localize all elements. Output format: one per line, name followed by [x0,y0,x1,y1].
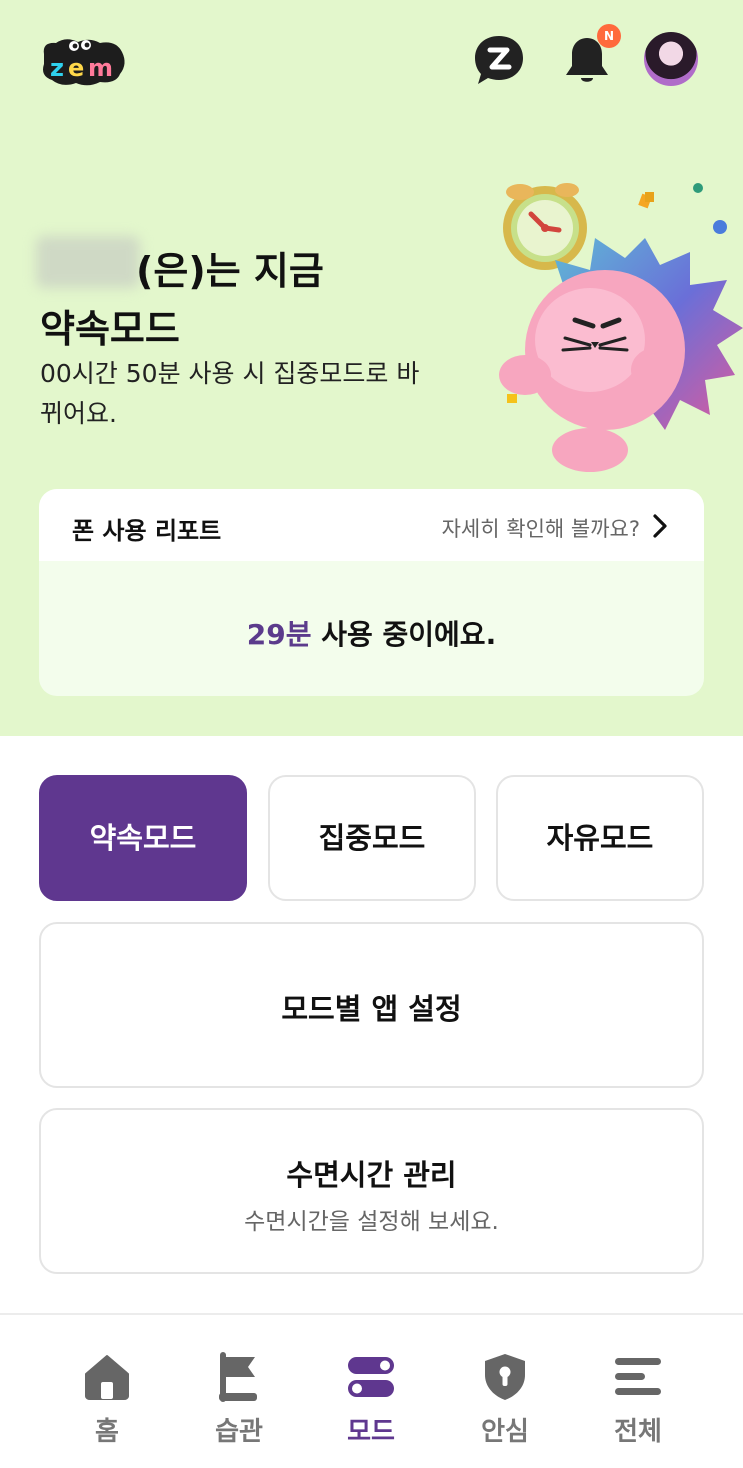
shield-icon [485,1354,525,1400]
app-settings-by-mode-card[interactable]: 모드별 앱 설정 [39,922,704,1088]
nav-item-safety[interactable]: 안심 [450,1351,560,1448]
usage-suffix: 사용 중이에요. [311,618,497,651]
svg-text:e: e [68,54,84,82]
report-title: 폰 사용 리포트 [72,517,222,545]
toggle-icon [348,1357,394,1397]
zem-logo[interactable]: z e m [38,34,128,88]
phone-usage-report-card[interactable]: 폰 사용 리포트 자세히 확인해 볼까요? 29분 사용 중이에요. [39,489,704,696]
flag-icon [219,1352,257,1402]
svg-text:m: m [88,54,113,82]
mode-button-promise[interactable]: 약속모드 [39,775,247,901]
nav-label-home: 홈 [95,1417,119,1447]
hero-status-line: (은)는 지금 [136,249,324,293]
profile-avatar[interactable] [644,32,698,86]
nav-label-mode: 모드 [347,1417,395,1447]
nav-item-all[interactable]: 전체 [583,1351,693,1448]
notification-badge: N [597,24,621,48]
app-settings-title: 모드별 앱 설정 [281,992,462,1026]
usage-minutes: 29분 [246,618,312,651]
home-icon [85,1355,129,1400]
nav-label-habit: 습관 [215,1417,263,1447]
current-mode-title: 약속모드 [40,307,180,351]
hero-section: z e m N (은)는 지금 약속모드 00시간 50분 사용 시 집중모드로… [0,0,743,736]
svg-text:z: z [50,54,64,82]
sleep-subtitle: 수면시간을 설정해 보세요. [244,1209,499,1235]
chevron-right-icon[interactable] [650,513,670,539]
report-card-header: 폰 사용 리포트 자세히 확인해 볼까요? [39,489,704,561]
nav-item-home[interactable]: 홈 [52,1351,162,1448]
mascot-illustration [499,183,743,472]
blurred-child-name [36,236,140,288]
nav-label-all: 전체 [614,1417,662,1447]
report-detail-link[interactable]: 자세히 확인해 볼까요? [442,513,640,543]
sleep-title: 수면시간 관리 [286,1158,457,1192]
mode-button-focus[interactable]: 집중모드 [268,775,476,901]
sleep-time-card[interactable]: 수면시간 관리 수면시간을 설정해 보세요. [39,1108,704,1274]
nav-item-mode[interactable]: 모드 [316,1351,426,1448]
usage-summary: 29분 사용 중이에요. [39,613,704,653]
menu-icon [615,1358,661,1395]
bottom-navigation: 홈 습관 모드 안심 전체 [0,1313,743,1468]
chat-icon[interactable] [472,33,526,87]
nav-label-safety: 안심 [481,1417,529,1447]
nav-item-habit[interactable]: 습관 [184,1351,294,1448]
mode-description: 00시간 50분 사용 시 집중모드로 바뀌어요. [40,359,420,428]
mode-button-free[interactable]: 자유모드 [496,775,704,901]
